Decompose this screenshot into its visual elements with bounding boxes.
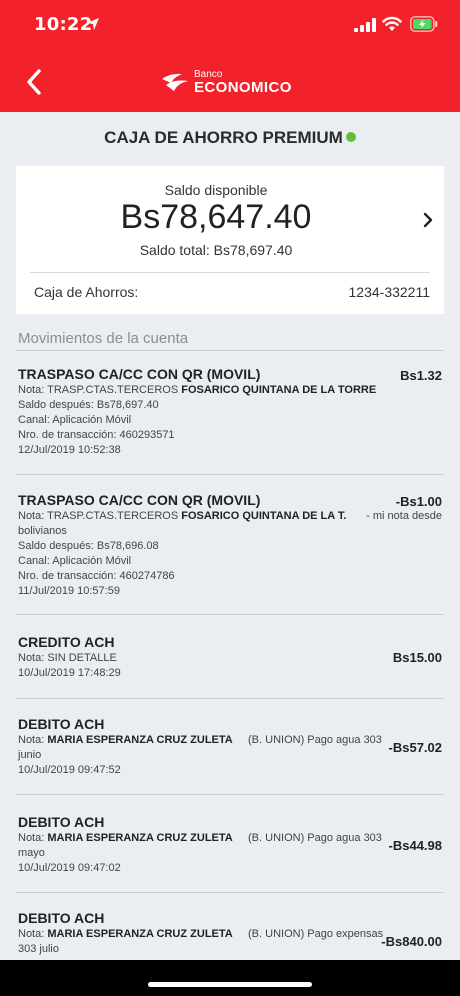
account-number: 1234-332211: [348, 284, 430, 300]
transaction-note: Nota: MARIA ESPERANZA CRUZ ZULETA (B. UN…: [18, 832, 382, 844]
transaction-datetime: 11/Jul/2019 10:57:59: [18, 585, 120, 597]
battery-charging-icon: [410, 16, 438, 32]
transaction-divider: [16, 474, 444, 475]
transaction-number: Nro. de transacción: 460274786: [18, 570, 175, 582]
transaction-note-cont: bolivianos: [18, 525, 67, 537]
transaction-note-cont: 303 julio: [18, 943, 59, 955]
back-button[interactable]: [16, 64, 52, 100]
transaction-amount: -Bs1.00: [395, 494, 442, 509]
transaction-item[interactable]: DEBITO ACH -Bs840.00 Nota: MARIA ESPERAN…: [0, 910, 460, 960]
transaction-title: DEBITO ACH: [18, 910, 105, 926]
transaction-note: Nota: TRASP.CTAS.TERCEROS FOSARICO QUINT…: [18, 510, 347, 522]
movements-divider: [16, 350, 444, 351]
transaction-divider: [16, 794, 444, 795]
chevron-left-icon: [27, 69, 41, 95]
transaction-number: Nro. de transacción: 460293571: [18, 429, 175, 441]
logo-big-text: ECONOMICO: [194, 78, 292, 96]
transaction-balance-after: Saldo después: Bs78,697.40: [18, 399, 159, 411]
transaction-note: Nota: TRASP.CTAS.TERCEROS FOSARICO QUINT…: [18, 384, 377, 396]
account-status-dot: [345, 132, 356, 142]
transaction-datetime: 12/Jul/2019 10:52:38: [18, 444, 121, 456]
movements-header: Movimientos de la cuenta: [18, 330, 189, 347]
transaction-note: Nota: MARIA ESPERANZA CRUZ ZULETA (B. UN…: [18, 928, 384, 940]
transaction-note: Nota: SIN DETALLE: [18, 652, 117, 664]
total-balance: Saldo total: Bs78,697.40: [139, 242, 293, 258]
transaction-note-cont: mayo: [18, 847, 45, 859]
account-title-row: CAJA DE AHORRO PREMIUM: [0, 128, 460, 148]
transaction-datetime: 10/Jul/2019 17:48:29: [18, 667, 121, 679]
transaction-title: DEBITO ACH: [18, 716, 105, 732]
transaction-amount: -Bs44.98: [388, 838, 442, 853]
transaction-item[interactable]: DEBITO ACH -Bs57.02 Nota: MARIA ESPERANZ…: [0, 716, 460, 802]
cellular-signal-icon: [354, 18, 376, 32]
transaction-amount: Bs1.32: [400, 368, 442, 383]
location-arrow-icon: [87, 18, 99, 30]
nav-bar: Banco ECONOMICO: [0, 52, 460, 112]
transaction-title: CREDITO ACH: [18, 634, 115, 650]
transaction-note-extra: - mi nota desde: [366, 510, 442, 522]
available-balance-amount: Bs78,647.40: [120, 198, 312, 236]
transaction-amount: -Bs840.00: [381, 934, 442, 949]
transaction-note-cont: junio: [18, 749, 42, 761]
transaction-divider: [16, 614, 444, 615]
transaction-channel: Canal: Aplicación Móvil: [18, 414, 132, 426]
bank-logo-icon: [162, 73, 188, 91]
transaction-note: Nota: MARIA ESPERANZA CRUZ ZULETA (B. UN…: [18, 734, 382, 746]
transaction-datetime: 10/Jul/2019 09:47:52: [18, 764, 121, 776]
transaction-datetime: 10/Jul/2019 09:47:02: [18, 862, 121, 874]
home-indicator[interactable]: [148, 982, 312, 987]
transaction-amount: Bs15.00: [392, 650, 442, 665]
transaction-channel: Canal: Aplicación Móvil: [18, 555, 132, 567]
account-title: CAJA DE AHORRO PREMIUM: [104, 128, 343, 147]
bank-logo: Banco ECONOMICO: [160, 64, 292, 100]
transaction-item[interactable]: TRASPASO CA/CC CON QR (MOVIL) -Bs1.00 No…: [0, 492, 460, 618]
chevron-right-icon[interactable]: [420, 210, 436, 230]
home-indicator-area: [0, 960, 460, 996]
transaction-amount: -Bs57.02: [388, 740, 442, 755]
available-balance-label: Saldo disponible: [164, 182, 268, 198]
transaction-title: TRASPASO CA/CC CON QR (MOVIL): [18, 492, 261, 508]
card-divider: [30, 272, 430, 273]
transaction-title: TRASPASO CA/CC CON QR (MOVIL): [18, 366, 261, 382]
transaction-item[interactable]: DEBITO ACH -Bs44.98 Nota: MARIA ESPERANZ…: [0, 814, 460, 900]
balance-card[interactable]: Saldo disponible Bs78,647.40 Saldo total…: [16, 166, 444, 314]
transaction-item[interactable]: CREDITO ACH Bs15.00 Nota: SIN DETALLE 10…: [0, 634, 460, 704]
account-detail: CAJA DE AHORRO PREMIUM Saldo disponible …: [0, 112, 460, 960]
status-time: 10:22: [34, 14, 93, 35]
transaction-balance-after: Saldo después: Bs78,696.08: [18, 540, 159, 552]
status-bar: 10:22: [0, 0, 460, 52]
transaction-divider: [16, 698, 444, 699]
transaction-title: DEBITO ACH: [18, 814, 105, 830]
account-type-label: Caja de Ahorros:: [34, 284, 139, 300]
transaction-item[interactable]: TRASPASO CA/CC CON QR (MOVIL) Bs1.32 Not…: [0, 366, 460, 482]
wifi-icon: [382, 16, 402, 31]
logo-small-text: Banco: [194, 68, 223, 80]
transaction-divider: [16, 892, 444, 893]
